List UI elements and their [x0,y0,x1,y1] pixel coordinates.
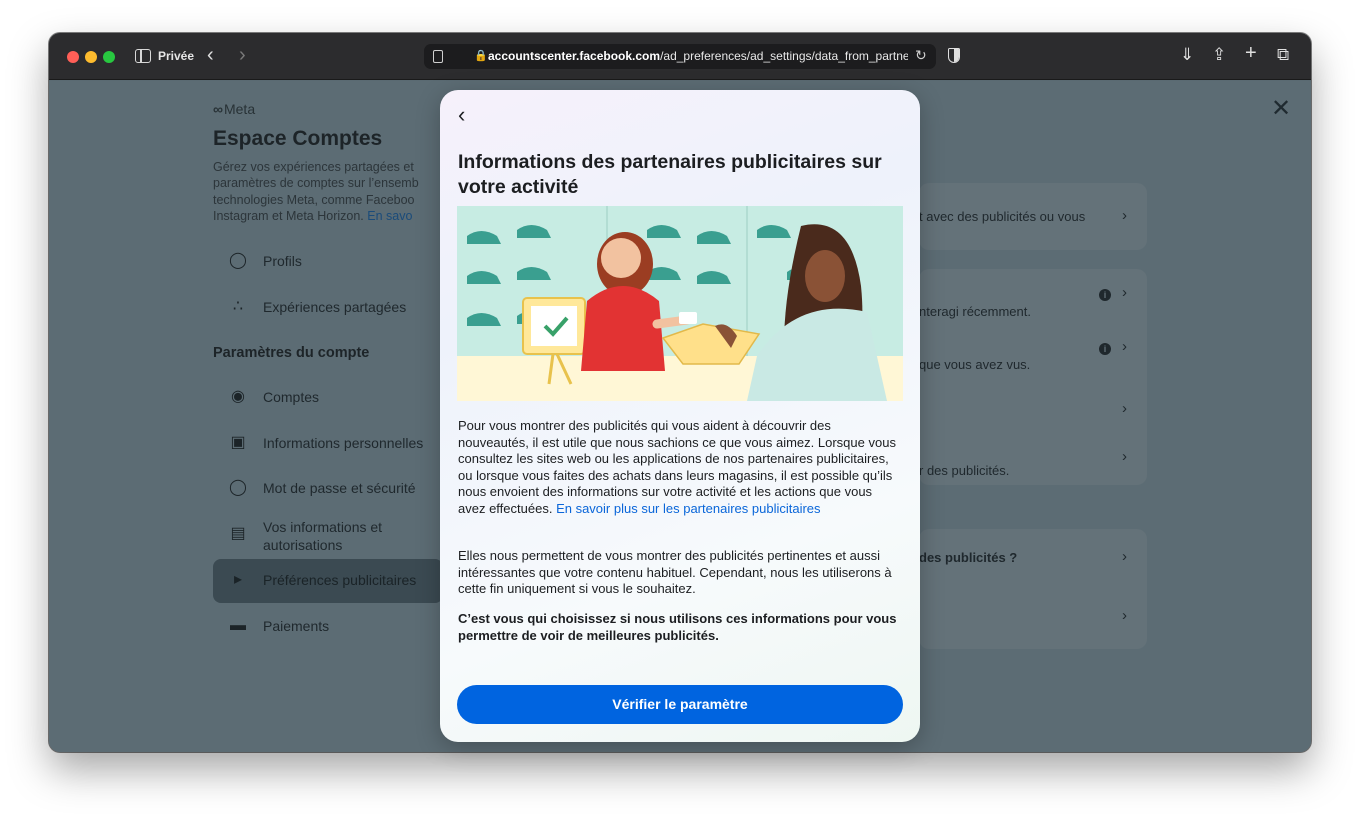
zoom-window-button[interactable] [103,51,115,63]
page-menu-icon[interactable] [433,50,443,63]
right-row-1[interactable]: t avec des publicités ou vous › [919,183,1147,237]
close-icon[interactable]: ✕ [1271,97,1291,121]
chevron-right-icon: › [1122,607,1127,624]
minimize-window-button[interactable] [85,51,97,63]
back-button[interactable]: ‹ [207,44,214,67]
account-circle-icon: ◉ [231,388,245,405]
reload-icon[interactable]: ↻ [915,47,927,64]
dialog-paragraph-1: Pour vous montrer des publicités qui vou… [458,418,896,516]
ad-partners-dialog: ‹ Informations des partenaires publicita… [440,90,920,742]
address-bar[interactable]: 🔒 accountscenter.facebook.com/ad_prefere… [424,44,936,69]
learn-more-link[interactable]: En savo [367,209,412,223]
info-lock-icon: ▤ [230,525,246,542]
verify-setting-button[interactable]: Vérifier le paramètre [457,685,903,724]
meta-logo: ∞ Meta [213,101,256,117]
nav-item-ad-preferences[interactable]: ▸ Préférences publicitaires [213,559,443,603]
right-row-4[interactable]: › [919,377,1147,431]
right-row-2[interactable]: nteragi récemment. i › [919,269,1147,323]
share-icon[interactable]: ⇪ [1212,45,1226,65]
megaphone-icon: ▸ [233,571,243,588]
nav-item-info-permissions[interactable]: ▤ Vos informations et autorisations [213,513,443,557]
page-title: Espace Comptes [213,127,383,150]
chevron-right-icon: › [1122,548,1127,565]
right-row-7[interactable]: › [919,589,1147,643]
nav-item-personal-info[interactable]: ▣ Informations personnelles [213,422,443,466]
page-description: Gérez vos expériences partagées et param… [213,160,419,223]
nav-item-profils[interactable]: ◯ Profils [213,240,443,284]
dialog-paragraph-3: C’est vous qui choisissez si nous utilis… [458,611,897,643]
chevron-right-icon: › [1122,448,1127,465]
privacy-shield-icon[interactable] [948,48,960,63]
chevron-right-icon: › [1122,207,1127,224]
lock-icon: 🔒 [474,50,488,62]
card-icon: ▬ [230,617,246,634]
downloads-icon[interactable]: ⇓ [1180,45,1194,65]
url-domain: accountscenter.facebook.com [488,49,661,63]
chevron-right-icon: › [1122,284,1127,301]
url-path: /ad_preferences/ad_settings/data_from_pa… [660,49,908,63]
close-window-button[interactable] [67,51,79,63]
right-row-5[interactable]: r des publicités. › [919,431,1147,485]
url-text[interactable]: accountscenter.facebook.com/ad_preferenc… [488,49,908,63]
dialog-title: Informations des partenaires publicitair… [458,151,882,198]
shoe-store-illustration [457,206,903,401]
right-row-3[interactable]: que vous avez vus. i › [919,323,1147,377]
chevron-right-icon: › [1122,400,1127,417]
person-icon: ◯ [229,252,247,269]
chevron-right-icon: › [1122,338,1127,355]
new-tab-icon[interactable]: + [1245,42,1257,65]
info-icon: i [1099,289,1111,301]
sidebar-toggle-icon[interactable] [135,49,151,63]
back-arrow-icon[interactable]: ‹ [458,104,465,126]
title-bar: Privée ‹ › 🔒 accountscenter.facebook.com… [49,33,1311,80]
nav-item-password-security[interactable]: ◯ Mot de passe et sécurité [213,467,443,511]
dialog-paragraph-2: Elles nous permettent de vous montrer de… [458,548,892,597]
section-heading: Paramètres du compte [213,345,370,361]
shared-experiences-icon: ∴ [232,298,244,315]
nav-item-shared-experiences[interactable]: ∴ Expériences partagées [213,286,443,330]
private-mode-label: Privée [158,49,195,63]
forward-button[interactable]: › [239,44,246,67]
right-row-6[interactable]: des publicités ? › [919,529,1147,583]
id-card-icon: ▣ [230,434,246,451]
learn-more-partners-link[interactable]: En savoir plus sur les partenaires publi… [556,501,820,516]
tab-overview-icon[interactable]: ⧉ [1277,45,1289,65]
nav-item-comptes[interactable]: ◉ Comptes [213,376,443,420]
shield-icon: ◯ [229,479,247,496]
nav-item-payments[interactable]: ▬ Paiements [213,605,443,649]
info-icon: i [1099,343,1111,355]
